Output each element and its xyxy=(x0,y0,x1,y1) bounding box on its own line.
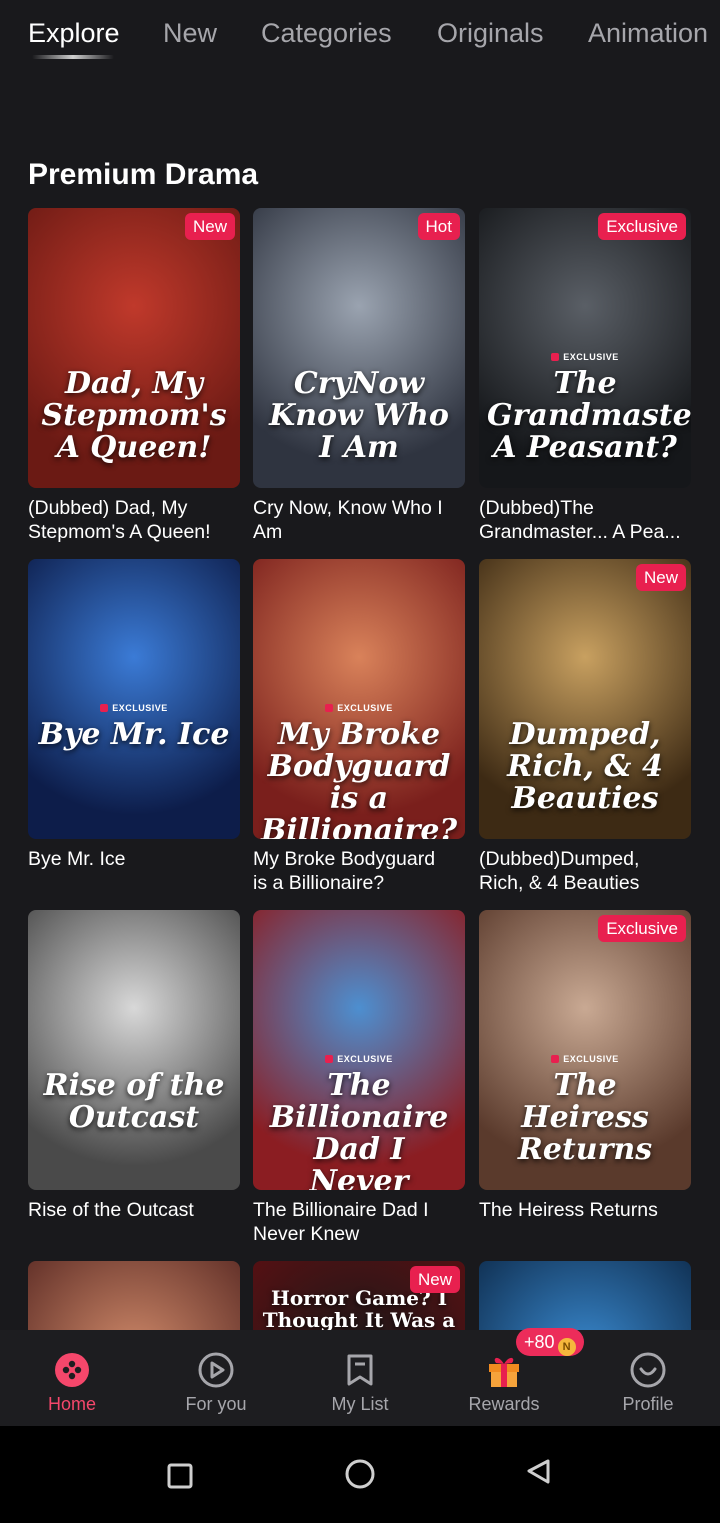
drama-card[interactable]: Dumped, Rich, & 4 Beauties New (Dubbed)Du… xyxy=(479,559,691,895)
drama-card[interactable] xyxy=(28,1261,240,1330)
drama-title: My Broke Bodyguard is a Billionaire? xyxy=(253,848,436,894)
drama-card[interactable] xyxy=(479,1261,691,1330)
poster-title: Dumped, Rich, & 4 Beauties xyxy=(507,717,663,816)
poster-image: Dad, My Stepmom's A Queen! New xyxy=(28,208,240,488)
drama-grid: Dad, My Stepmom's A Queen! New (Dubbed) D… xyxy=(0,208,720,1330)
poster-image: Rise of the Outcast xyxy=(28,910,240,1190)
status-badge: New xyxy=(184,213,235,240)
poster-title: Bye Mr. Ice xyxy=(38,717,230,752)
bottom-nav: Home For you My List Rewards Profile +80… xyxy=(0,1328,720,1426)
poster-title: The Grandmaster... A Peasant? xyxy=(487,366,691,465)
back-icon[interactable] xyxy=(520,1456,560,1496)
active-tab-indicator xyxy=(32,55,114,59)
drama-card[interactable]: EXCLUSIVE The Grandmaster... A Peasant? Ex… xyxy=(479,208,691,544)
drama-card[interactable]: EXCLUSIVE The Heiress Returns Exclusive Th… xyxy=(479,910,691,1222)
drama-title: Rise of the Outcast xyxy=(28,1199,194,1221)
tab-categories[interactable]: Categories xyxy=(261,18,392,49)
exclusive-mark: EXCLUSIVE xyxy=(253,703,465,713)
nav-for-you[interactable]: For you xyxy=(156,1344,276,1415)
tab-new[interactable]: New xyxy=(163,18,217,49)
poster-image: Horror Game? I Thought It Was a New xyxy=(253,1261,465,1330)
drama-title: (Dubbed)Dumped, Rich, & 4 Beauties xyxy=(479,848,640,894)
poster-image: EXCLUSIVE Bye Mr. Ice xyxy=(28,559,240,839)
nav-label: Rewards xyxy=(468,1394,540,1414)
drama-card[interactable]: Rise of the Outcast Rise of the Outcast xyxy=(28,910,240,1222)
poster-image xyxy=(28,1261,240,1330)
poster-image: CryNow Know Who I Am Hot xyxy=(253,208,465,488)
drama-card[interactable]: Dad, My Stepmom's A Queen! New (Dubbed) D… xyxy=(28,208,240,544)
poster-title: Horror Game? I Thought It Was a xyxy=(262,1286,456,1330)
drama-title: Cry Now, Know Who I Am xyxy=(253,497,443,543)
home-button-icon[interactable] xyxy=(340,1456,380,1496)
status-badge: Exclusive xyxy=(598,213,686,240)
drama-title: (Dubbed)The Grandmaster... A Pea... xyxy=(479,497,681,543)
poster-title: Dad, My Stepmom's A Queen! xyxy=(41,366,227,465)
reward-coins-badge: +80 N xyxy=(516,1328,584,1356)
status-badge: Hot xyxy=(417,213,460,240)
reward-amount: +80 xyxy=(524,1332,555,1352)
poster-image xyxy=(479,1261,691,1330)
drama-card[interactable]: Horror Game? I Thought It Was a New xyxy=(253,1261,465,1330)
drama-card[interactable]: EXCLUSIVE The Billionaire Dad I Never Kne… xyxy=(253,910,465,1246)
poster-image: Dumped, Rich, & 4 Beauties New xyxy=(479,559,691,839)
status-badge: Exclusive xyxy=(598,915,686,942)
poster-image: EXCLUSIVE My Broke Bodyguard is a Billion… xyxy=(253,559,465,839)
poster-image: EXCLUSIVE The Billionaire Dad I Never Kne… xyxy=(253,910,465,1190)
poster-title: CryNow Know Who I Am xyxy=(269,366,449,465)
drama-card[interactable]: CryNow Know Who I Am Hot Cry Now, Know Wh… xyxy=(253,208,465,544)
nav-home[interactable]: Home xyxy=(12,1344,132,1415)
drama-title: The Billionaire Dad I Never Knew xyxy=(253,1199,429,1245)
nav-profile[interactable]: Profile xyxy=(588,1344,708,1415)
poster-title: The Heiress Returns xyxy=(517,1068,653,1167)
drama-title: (Dubbed) Dad, My Stepmom's A Queen! xyxy=(28,497,211,543)
poster-image: EXCLUSIVE The Heiress Returns Exclusive xyxy=(479,910,691,1190)
category-tabs: Explore New Categories Originals Animati… xyxy=(0,0,720,80)
exclusive-mark: EXCLUSIVE xyxy=(479,1054,691,1064)
drama-title: Bye Mr. Ice xyxy=(28,848,126,870)
coin-icon: N xyxy=(557,1338,576,1356)
nav-label: Profile xyxy=(622,1394,674,1414)
status-badge: New xyxy=(409,1266,460,1293)
bookmark-icon xyxy=(347,1354,373,1386)
nav-label: For you xyxy=(185,1394,247,1414)
tab-explore[interactable]: Explore xyxy=(28,18,120,49)
poster-title: The Billionaire Dad I Never Knew xyxy=(269,1068,449,1191)
nav-label: Home xyxy=(47,1394,96,1414)
tab-originals[interactable]: Originals xyxy=(437,18,544,49)
status-badge: New xyxy=(635,564,686,591)
exclusive-mark: EXCLUSIVE xyxy=(28,703,240,713)
drama-card[interactable]: EXCLUSIVE Bye Mr. Ice Bye Mr. Ice xyxy=(28,559,240,871)
poster-title: My Broke Bodyguard is a Billionaire? xyxy=(261,717,458,840)
drama-card[interactable]: EXCLUSIVE My Broke Bodyguard is a Billion… xyxy=(253,559,465,895)
exclusive-mark: EXCLUSIVE xyxy=(253,1054,465,1064)
gift-icon xyxy=(489,1357,519,1387)
exclusive-mark: EXCLUSIVE xyxy=(479,352,691,362)
recent-apps-icon[interactable] xyxy=(160,1456,200,1496)
home-icon xyxy=(55,1353,89,1387)
tab-animation[interactable]: Animation xyxy=(588,18,708,49)
section-title: Premium Drama xyxy=(28,158,259,191)
system-navigation-bar xyxy=(0,1426,720,1523)
drama-title: The Heiress Returns xyxy=(479,1199,658,1221)
play-circle-icon xyxy=(198,1352,234,1388)
nav-label: My List xyxy=(331,1394,389,1414)
poster-title: Rise of the Outcast xyxy=(43,1068,225,1135)
poster-image: EXCLUSIVE The Grandmaster... A Peasant? Ex… xyxy=(479,208,691,488)
profile-icon xyxy=(630,1352,666,1388)
nav-my-list[interactable]: My List xyxy=(300,1344,420,1415)
